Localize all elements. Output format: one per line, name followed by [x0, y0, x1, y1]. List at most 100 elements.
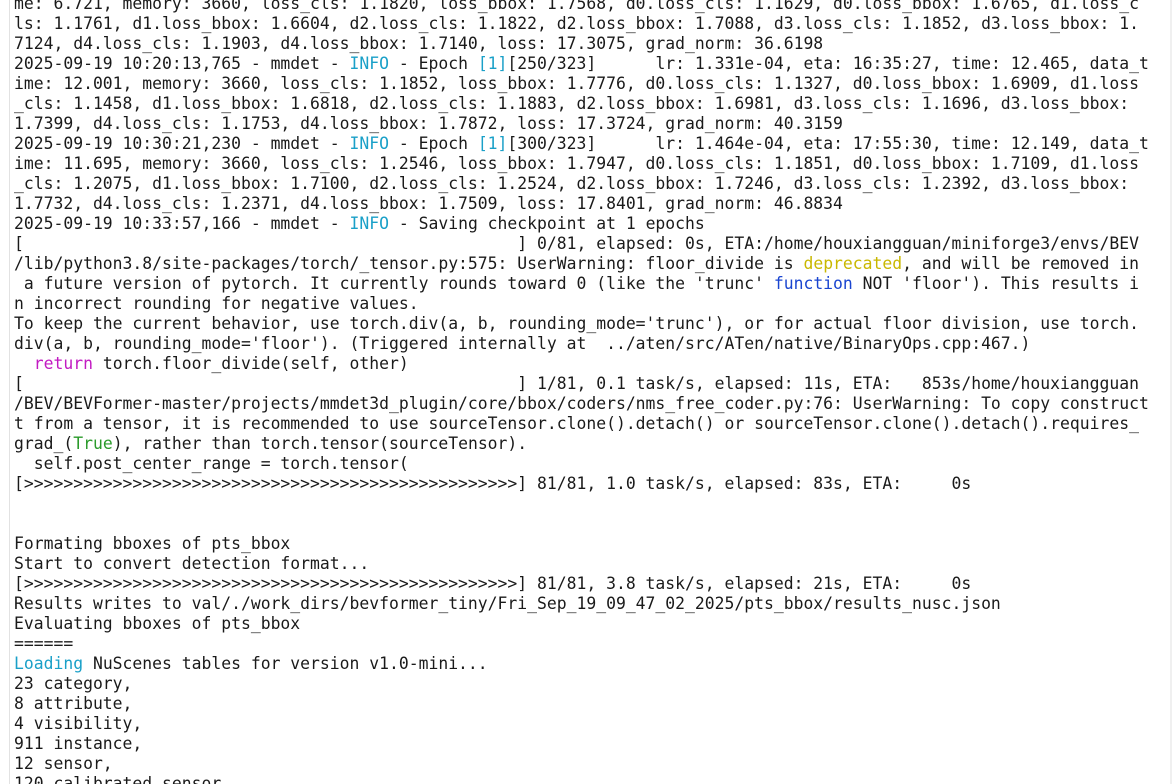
- terminal-line: 2025-09-19 10:20:13,765 - mmdet - INFO -…: [14, 54, 1170, 74]
- terminal-line: Results writes to val/./work_dirs/bevfor…: [14, 594, 1170, 614]
- line-text: NuScenes tables for version v1.0-mini...: [83, 654, 488, 673]
- line-text: ======: [14, 634, 74, 653]
- line-text: 12 sensor,: [14, 754, 113, 773]
- highlighted-token: function: [773, 274, 853, 293]
- line-text: [300/323] lr: 1.464e-04, eta: 17:55:30, …: [507, 134, 1149, 153]
- terminal-line: 7124, d4.loss_cls: 1.1903, d4.loss_bbox:…: [14, 34, 1170, 54]
- line-text: 4 visibility,: [14, 714, 143, 733]
- terminal-line: ls: 1.1761, d1.loss_bbox: 1.6604, d2.los…: [14, 14, 1170, 34]
- terminal-line: /lib/python3.8/site-packages/torch/_tens…: [14, 254, 1170, 274]
- line-text: [ ] 1/81, 0.1 task/s, elapsed: 11s, ETA:…: [14, 374, 1139, 393]
- line-text: [>>>>>>>>>>>>>>>>>>>>>>>>>>>>>>>>>>>>>>>…: [14, 474, 972, 493]
- highlighted-token: return: [33, 354, 93, 373]
- terminal-line: [ ] 0/81, elapsed: 0s, ETA:/home/houxian…: [14, 234, 1170, 254]
- terminal-output[interactable]: me: 6.721, memory: 3660, loss_cls: 1.182…: [14, 0, 1170, 784]
- line-text: grad_(: [14, 434, 74, 453]
- line-text: t from a tensor, it is recommended to us…: [14, 414, 1139, 433]
- line-text: ime: 11.695, memory: 3660, loss_cls: 1.2…: [14, 154, 1139, 173]
- terminal-line: n incorrect rounding for negative values…: [14, 294, 1170, 314]
- terminal-line: _cls: 1.1458, d1.loss_bbox: 1.6818, d2.l…: [14, 94, 1170, 114]
- line-text: torch.floor_divide(self, other): [92, 354, 409, 373]
- line-text: - Saving checkpoint at 1 epochs: [389, 214, 705, 233]
- line-text: - Epoch: [389, 134, 478, 153]
- line-text: ime: 12.001, memory: 3660, loss_cls: 1.1…: [14, 74, 1139, 93]
- highlighted-token: True: [73, 434, 113, 453]
- line-text: a future version of pytorch. It currentl…: [14, 274, 774, 293]
- terminal-line: me: 6.721, memory: 3660, loss_cls: 1.182…: [14, 0, 1170, 14]
- line-text: [ ] 0/81, elapsed: 0s, ETA:/home/houxian…: [14, 234, 1139, 253]
- terminal-line: 12 sensor,: [14, 754, 1170, 774]
- terminal-line: [>>>>>>>>>>>>>>>>>>>>>>>>>>>>>>>>>>>>>>>…: [14, 574, 1170, 594]
- line-text: _cls: 1.2075, d1.loss_bbox: 1.7100, d2.l…: [14, 174, 1130, 193]
- line-text: n incorrect rounding for negative values…: [14, 294, 419, 313]
- terminal-line: /BEV/BEVFormer-master/projects/mmdet3d_p…: [14, 394, 1170, 414]
- terminal-line: Evaluating bboxes of pts_bbox: [14, 614, 1170, 634]
- highlighted-token: Loading: [14, 654, 84, 673]
- line-text: 911 instance,: [14, 734, 143, 753]
- terminal-line: Start to convert detection format...: [14, 554, 1170, 574]
- terminal-line: _cls: 1.2075, d1.loss_bbox: 1.7100, d2.l…: [14, 174, 1170, 194]
- highlighted-token: INFO: [349, 54, 389, 73]
- line-text: /BEV/BEVFormer-master/projects/mmdet3d_p…: [14, 394, 1149, 413]
- line-text: 2025-09-19 10:33:57,166 - mmdet -: [14, 214, 350, 233]
- terminal-line: 2025-09-19 10:33:57,166 - mmdet - INFO -…: [14, 214, 1170, 234]
- terminal-line: self.post_center_range = torch.tensor(: [14, 454, 1170, 474]
- highlighted-token: INFO: [349, 134, 389, 153]
- terminal-line: 120 calibrated_sensor,: [14, 774, 1170, 784]
- line-text: - Epoch: [389, 54, 478, 73]
- terminal-line: grad_(True), rather than torch.tensor(so…: [14, 434, 1170, 454]
- line-text: To keep the current behavior, use torch.…: [14, 314, 1139, 333]
- line-text: div(a, b, rounding_mode='floor'). (Trigg…: [14, 334, 1031, 353]
- terminal-line: ime: 12.001, memory: 3660, loss_cls: 1.1…: [14, 74, 1170, 94]
- terminal-line: ime: 11.695, memory: 3660, loss_cls: 1.2…: [14, 154, 1170, 174]
- line-text: 7124, d4.loss_cls: 1.1903, d4.loss_bbox:…: [14, 34, 824, 53]
- terminal-line: div(a, b, rounding_mode='floor'). (Trigg…: [14, 334, 1170, 354]
- line-text: [>>>>>>>>>>>>>>>>>>>>>>>>>>>>>>>>>>>>>>>…: [14, 574, 972, 593]
- line-text: Start to convert detection format...: [14, 554, 370, 573]
- line-text: 8 attribute,: [14, 694, 133, 713]
- highlighted-token: [1]: [477, 54, 508, 73]
- terminal-line: return torch.floor_divide(self, other): [14, 354, 1170, 374]
- left-gutter: [0, 0, 10, 784]
- terminal-line: [>>>>>>>>>>>>>>>>>>>>>>>>>>>>>>>>>>>>>>>…: [14, 474, 1170, 494]
- line-text: ls: 1.1761, d1.loss_bbox: 1.6604, d2.los…: [14, 14, 1139, 33]
- line-text: Formating bboxes of pts_bbox: [14, 534, 291, 553]
- terminal-line: 23 category,: [14, 674, 1170, 694]
- terminal-window[interactable]: me: 6.721, memory: 3660, loss_cls: 1.182…: [0, 0, 1172, 784]
- terminal-line: To keep the current behavior, use torch.…: [14, 314, 1170, 334]
- terminal-line: a future version of pytorch. It currentl…: [14, 274, 1170, 294]
- line-text: Results writes to val/./work_dirs/bevfor…: [14, 594, 1001, 613]
- highlighted-token: [1]: [477, 134, 508, 153]
- line-text: 1.7732, d4.loss_cls: 1.2371, d4.loss_bbo…: [14, 194, 843, 213]
- line-text: 2025-09-19 10:20:13,765 - mmdet -: [14, 54, 350, 73]
- line-text: , and will be removed in: [902, 254, 1139, 273]
- highlighted-token: deprecated: [803, 254, 903, 273]
- terminal-line: 1.7399, d4.loss_cls: 1.1753, d4.loss_bbo…: [14, 114, 1170, 134]
- terminal-line: 911 instance,: [14, 734, 1170, 754]
- terminal-line: Loading NuScenes tables for version v1.0…: [14, 654, 1170, 674]
- line-text: Evaluating bboxes of pts_bbox: [14, 614, 301, 633]
- line-text: 2025-09-19 10:30:21,230 - mmdet -: [14, 134, 350, 153]
- terminal-line: 2025-09-19 10:30:21,230 - mmdet - INFO -…: [14, 134, 1170, 154]
- terminal-line: 1.7732, d4.loss_cls: 1.2371, d4.loss_bbo…: [14, 194, 1170, 214]
- terminal-line: [ ] 1/81, 0.1 task/s, elapsed: 11s, ETA:…: [14, 374, 1170, 394]
- line-text: [14, 354, 34, 373]
- line-text: me: 6.721, memory: 3660, loss_cls: 1.182…: [14, 0, 1139, 13]
- line-text: [250/323] lr: 1.331e-04, eta: 16:35:27, …: [507, 54, 1149, 73]
- line-text: 120 calibrated_sensor,: [14, 774, 232, 784]
- terminal-line: Formating bboxes of pts_bbox: [14, 534, 1170, 554]
- line-text: NOT 'floor'). This results i: [852, 274, 1139, 293]
- terminal-line: t from a tensor, it is recommended to us…: [14, 414, 1170, 434]
- terminal-line: ======: [14, 634, 1170, 654]
- line-text: _cls: 1.1458, d1.loss_bbox: 1.6818, d2.l…: [14, 94, 1130, 113]
- line-text: ), rather than torch.tensor(sourceTensor…: [112, 434, 528, 453]
- line-text: 23 category,: [14, 674, 133, 693]
- line-text: self.post_center_range = torch.tensor(: [14, 454, 409, 473]
- line-text: 1.7399, d4.loss_cls: 1.1753, d4.loss_bbo…: [14, 114, 843, 133]
- terminal-line: 4 visibility,: [14, 714, 1170, 734]
- highlighted-token: INFO: [349, 214, 389, 233]
- terminal-line: 8 attribute,: [14, 694, 1170, 714]
- line-text: /lib/python3.8/site-packages/torch/_tens…: [14, 254, 804, 273]
